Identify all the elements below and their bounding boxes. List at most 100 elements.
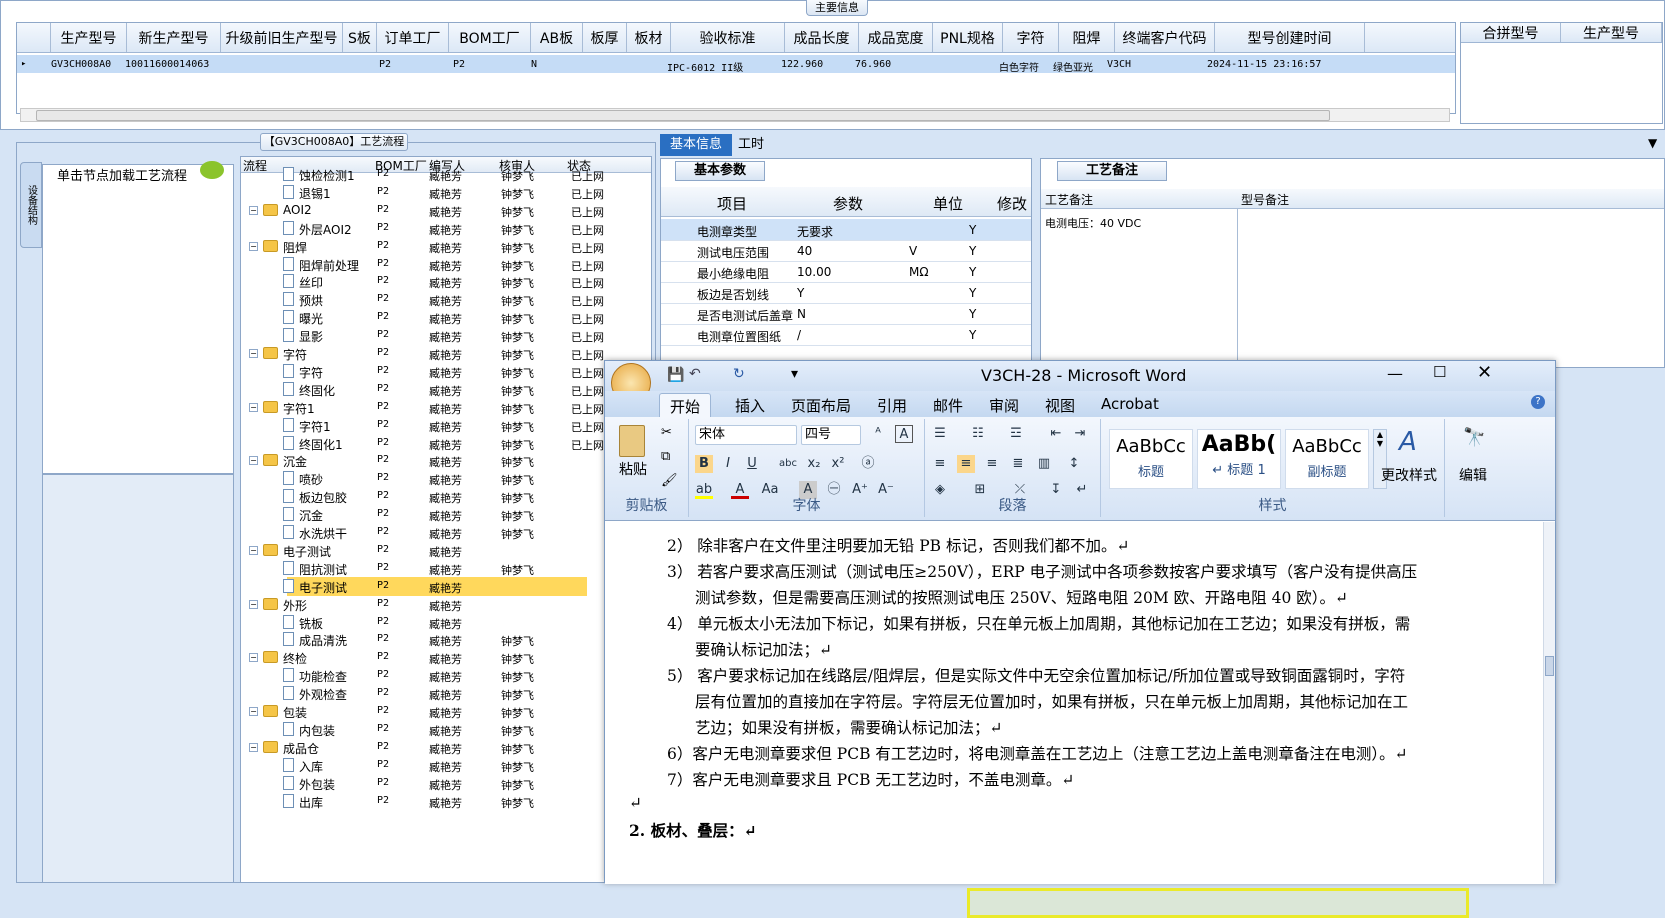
font-size-select[interactable]: 四号 xyxy=(801,425,861,445)
cut-icon[interactable]: ✂ xyxy=(661,425,672,440)
ribbon-tab-review[interactable]: 审阅 xyxy=(989,395,1019,416)
bullets-icon[interactable]: ☰ xyxy=(931,425,949,443)
ribbon-tab-layout[interactable]: 页面布局 xyxy=(791,395,851,416)
col-header[interactable]: AB板 xyxy=(531,23,583,52)
tree-node[interactable]: 出库 P2 臧艳芳 钟梦飞 xyxy=(241,792,651,811)
change-styles-icon[interactable]: A xyxy=(1399,427,1417,457)
superscript-icon[interactable]: x² xyxy=(829,455,847,473)
param-row[interactable]: 测试电压范围 40 V Y xyxy=(661,240,1031,262)
tree-node[interactable]: − AOI2 P2 臧艳芳 钟梦飞 已上网 xyxy=(241,201,651,220)
style-subtitle[interactable]: AaBbCc 副标题 xyxy=(1285,429,1369,489)
help-icon[interactable]: ? xyxy=(1531,395,1545,409)
col-header[interactable]: 成品长度 xyxy=(785,23,859,52)
tree-node[interactable]: 曝光 P2 臧艳芳 钟梦飞 已上网 xyxy=(241,308,651,327)
tree-node[interactable]: 成品清洗 P2 臧艳芳 钟梦飞 xyxy=(241,630,651,649)
tree-node[interactable]: 内包装 P2 臧艳芳 钟梦飞 xyxy=(241,720,651,739)
tree-node[interactable]: − 阻焊 P2 臧艳芳 钟梦飞 已上网 xyxy=(241,237,651,256)
tree-node[interactable]: 喷砂 P2 臧艳芳 钟梦飞 xyxy=(241,469,651,488)
document-body[interactable]: 2） 除非客户在文件里注明要加无铅 PB 标记，否则我们都不加。↵ 3） 若客户要… xyxy=(605,522,1545,918)
tree-node[interactable]: 入库 P2 臧艳芳 钟梦飞 xyxy=(241,756,651,775)
param-row[interactable]: 板边是否划线 Y Y xyxy=(661,282,1031,304)
ribbon-tab-home[interactable]: 开始 xyxy=(659,393,712,419)
tree-node[interactable]: − 终检 P2 臧艳芳 钟梦飞 xyxy=(241,648,651,667)
tree-node[interactable]: − 字符 P2 臧艳芳 钟梦飞 已上网 xyxy=(241,344,651,363)
style-title[interactable]: AaBbCc 标题 xyxy=(1109,429,1193,489)
model-grid-row[interactable]: ▸ GV3CH008A0 10011600014063 P2 P2 N IPC-… xyxy=(17,55,1455,74)
col-header[interactable]: PNL规格 xyxy=(933,23,1003,52)
bold-icon[interactable]: B xyxy=(695,455,713,473)
col-header[interactable]: 板厚 xyxy=(583,23,627,52)
ribbon-tab-insert[interactable]: 插入 xyxy=(735,395,765,416)
collapse-icon[interactable]: − xyxy=(249,241,258,251)
tab-basic-info[interactable]: 基本信息 xyxy=(660,134,732,156)
multilevel-list-icon[interactable]: ☲ xyxy=(1007,425,1025,443)
tree-node[interactable]: − 沉金 P2 臧艳芳 钟梦飞 xyxy=(241,451,651,470)
save-icon[interactable]: 💾 xyxy=(667,367,684,383)
tree-node[interactable]: − 电子测试 P2 臧艳芳 xyxy=(241,541,651,560)
tree-node[interactable]: 沉金 P2 臧艳芳 钟梦飞 xyxy=(241,505,651,524)
tree-node[interactable]: 丝印 P2 臧艳芳 钟梦飞 已上网 xyxy=(241,272,651,291)
align-right-icon[interactable]: ≡ xyxy=(983,455,1001,473)
tree-node[interactable]: 板边包胶 P2 臧艳芳 钟梦飞 xyxy=(241,487,651,506)
collapse-icon[interactable]: − xyxy=(249,653,258,663)
collapse-icon[interactable]: − xyxy=(249,599,258,609)
ribbon-tab-mailings[interactable]: 邮件 xyxy=(933,395,963,416)
subscript-icon[interactable]: x₂ xyxy=(805,455,823,473)
tree-node[interactable]: 外包装 P2 臧艳芳 钟梦飞 xyxy=(241,774,651,793)
col-header[interactable]: 升级前旧生产型号 xyxy=(221,23,343,52)
col-header[interactable]: 字符 xyxy=(1003,23,1059,52)
tree-node[interactable]: − 包装 P2 臧艳芳 钟梦飞 xyxy=(241,702,651,721)
collapse-icon[interactable]: − xyxy=(249,402,258,412)
editing-button[interactable]: 编辑 xyxy=(1459,465,1487,485)
col-header[interactable]: 型号创建时间 xyxy=(1215,23,1365,52)
document-scroll-thumb[interactable] xyxy=(1545,656,1554,676)
side-tab[interactable]: 设备结构 xyxy=(20,162,42,248)
tree-node[interactable]: 终固化 P2 臧艳芳 钟梦飞 已上网 xyxy=(241,380,651,399)
find-icon[interactable]: 🔭 xyxy=(1463,427,1485,448)
tree-node[interactable]: 阻抗测试 P2 臧艳芳 钟梦飞 xyxy=(241,559,651,578)
tree-node[interactable]: 阻焊前处理 P2 臧艳芳 钟梦飞 已上网 xyxy=(241,255,651,274)
redo-icon[interactable]: ↻ xyxy=(733,366,745,382)
paste-icon[interactable] xyxy=(619,425,645,457)
undo-icon[interactable]: ↶ xyxy=(689,366,701,382)
tree-node[interactable]: 显影 P2 臧艳芳 钟梦飞 已上网 xyxy=(241,326,651,345)
increase-indent-icon[interactable]: ⇥ xyxy=(1071,425,1089,443)
clear-format-icon[interactable]: ᴬ xyxy=(869,425,887,443)
distributed-icon[interactable]: ▥ xyxy=(1035,455,1053,473)
decrease-indent-icon[interactable]: ⇤ xyxy=(1047,425,1065,443)
col-header[interactable]: BOM工厂 xyxy=(449,23,531,52)
tree-node[interactable]: 退锡1 P2 臧艳芳 钟梦飞 已上网 xyxy=(241,183,651,202)
tab-dropdown-icon[interactable]: ▼ xyxy=(1648,136,1657,150)
collapse-icon[interactable]: − xyxy=(249,205,258,215)
col-header[interactable]: S板 xyxy=(343,23,377,52)
tab-work-hours[interactable]: 工时 xyxy=(738,134,778,156)
copy-icon[interactable]: ⧉ xyxy=(661,449,670,464)
tree-node[interactable]: 外层AOI2 P2 臧艳芳 钟梦飞 已上网 xyxy=(241,219,651,238)
minimize-icon[interactable]: — xyxy=(1387,364,1403,383)
underline-icon[interactable]: U xyxy=(743,455,761,473)
collapse-icon[interactable]: − xyxy=(249,707,258,716)
col-header[interactable]: 终端客户代码 xyxy=(1115,23,1215,52)
tree-node[interactable]: 字符 P2 臧艳芳 钟梦飞 已上网 xyxy=(241,362,651,381)
param-row[interactable]: 是否电测试后盖章 N Y xyxy=(661,303,1031,325)
quick-access-menu-icon[interactable]: ▾ xyxy=(791,366,798,382)
col-header[interactable]: 阻焊 xyxy=(1059,23,1115,52)
format-painter-icon[interactable]: 🖌 xyxy=(661,473,678,488)
tree-node[interactable]: 电子测试 P2 臧艳芳 xyxy=(241,576,651,596)
char-border-icon[interactable]: A xyxy=(895,425,913,443)
collapse-icon[interactable]: − xyxy=(249,545,258,555)
scrollbar-thumb[interactable] xyxy=(36,110,1330,121)
align-center-icon[interactable]: ≡ xyxy=(957,455,975,473)
col-header[interactable]: 订单工厂 xyxy=(377,23,449,52)
collapse-icon[interactable]: − xyxy=(249,456,258,466)
collapse-icon[interactable]: − xyxy=(249,349,258,358)
tree-node[interactable]: 字符1 P2 臧艳芳 钟梦飞 已上网 xyxy=(241,416,651,435)
ribbon-tab-view[interactable]: 视图 xyxy=(1045,395,1075,416)
col-header[interactable]: 新生产型号 xyxy=(127,23,221,52)
tree-node[interactable]: 功能检查 P2 臧艳芳 钟梦飞 xyxy=(241,666,651,685)
tree-node[interactable]: 蚀检检测1 P2 臧艳芳 钟梦飞 已上网 xyxy=(241,165,651,184)
merge-col-header[interactable]: 生产型号 xyxy=(1561,23,1662,42)
process-note-text[interactable]: 电测电压：40 VDC xyxy=(1045,215,1141,231)
close-icon[interactable]: ✕ xyxy=(1477,362,1492,383)
font-name-select[interactable]: 宋体 xyxy=(695,425,797,445)
